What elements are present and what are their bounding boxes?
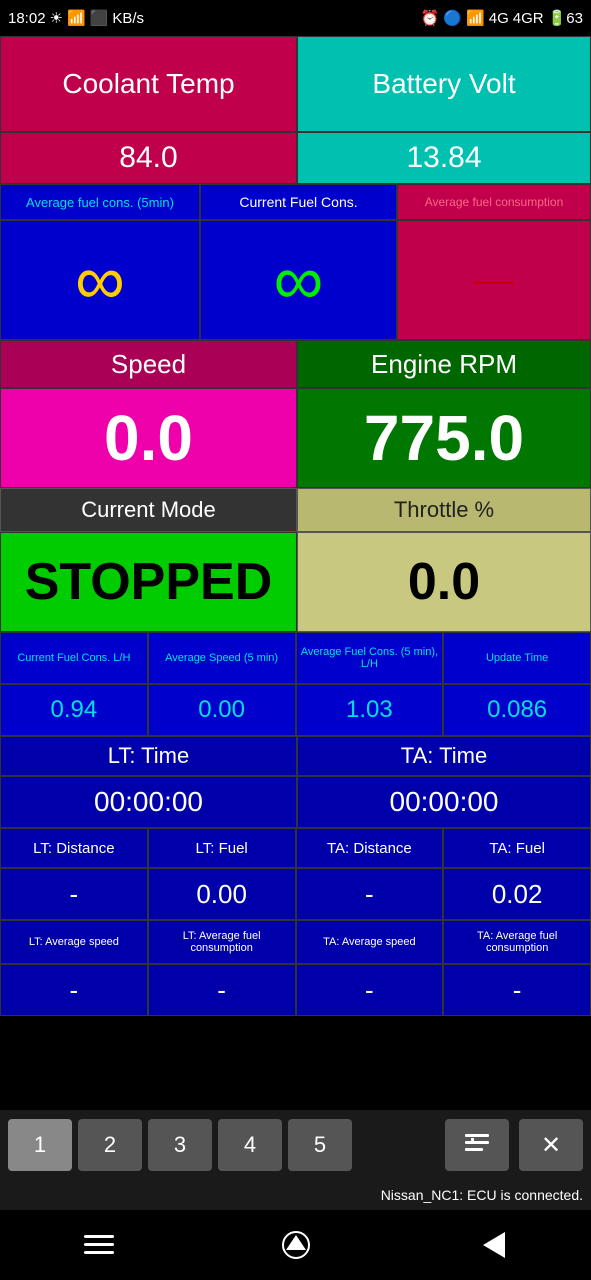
ta-fuel-value: 0.02 bbox=[443, 868, 591, 920]
coolant-temp-value: 84.0 bbox=[0, 132, 297, 184]
row-avg-values: - - - - bbox=[0, 964, 591, 1016]
home-icon bbox=[281, 1230, 311, 1260]
lt-distance-value: - bbox=[0, 868, 148, 920]
curr-fuel-value: ∞ bbox=[200, 220, 397, 340]
tab-list-button[interactable] bbox=[445, 1119, 509, 1171]
row-stats-labels: Current Fuel Cons. L/H Average Speed (5 … bbox=[0, 632, 591, 684]
row-dist-fuel-labels: LT: Distance LT: Fuel TA: Distance TA: F… bbox=[0, 828, 591, 868]
rpm-value: 775.0 bbox=[297, 388, 591, 488]
lt-fuel-value: 0.00 bbox=[148, 868, 296, 920]
status-icons: ⏰ 🔵 📶 4G 4GR 🔋63 bbox=[421, 9, 583, 27]
tab-2-button[interactable]: 2 bbox=[78, 1119, 142, 1171]
row-mode-throttle-values: STOPPED 0.0 bbox=[0, 532, 591, 632]
ta-time-label: TA: Time bbox=[297, 736, 591, 776]
avg-fuel-value: ∞ bbox=[0, 220, 200, 340]
connection-status-bar: Nissan_NC1: ECU is connected. bbox=[0, 1180, 591, 1210]
speed-value: 0.0 bbox=[0, 388, 297, 488]
stat4-value: 0.086 bbox=[443, 684, 591, 736]
bottom-toolbar: 1 2 3 4 5 ✕ bbox=[0, 1110, 591, 1180]
lt-time-value: 00:00:00 bbox=[0, 776, 297, 828]
row-stats-values: 0.94 0.00 1.03 0.086 bbox=[0, 684, 591, 736]
stat4-label: Update Time bbox=[443, 632, 591, 684]
curr-fuel-label: Current Fuel Cons. bbox=[200, 184, 397, 220]
row-lt-ta-values: 00:00:00 00:00:00 bbox=[0, 776, 591, 828]
lt-distance-label: LT: Distance bbox=[0, 828, 148, 868]
lt-avg-fuel-value: - bbox=[148, 964, 296, 1016]
hamburger-icon bbox=[84, 1233, 114, 1257]
ta-distance-label: TA: Distance bbox=[296, 828, 444, 868]
row-speed-rpm-values: 0.0 775.0 bbox=[0, 388, 591, 488]
current-mode-value: STOPPED bbox=[0, 532, 297, 632]
ta-avg-fuel-label: TA: Average fuel consumption bbox=[443, 920, 591, 964]
row-sensor-values: 84.0 13.84 bbox=[0, 132, 591, 184]
lt-avg-fuel-label: LT: Average fuel consumption bbox=[148, 920, 296, 964]
row-fuel-labels: Average fuel cons. (5min) Current Fuel C… bbox=[0, 184, 591, 220]
stat3-value: 1.03 bbox=[296, 684, 444, 736]
status-time: 18:02 ☀ 📶 ⬛ KB/s bbox=[8, 9, 144, 27]
speed-label: Speed bbox=[0, 340, 297, 388]
row-speed-rpm-labels: Speed Engine RPM bbox=[0, 340, 591, 388]
ta-fuel-label: TA: Fuel bbox=[443, 828, 591, 868]
nav-home-button[interactable] bbox=[266, 1215, 326, 1275]
list-icon bbox=[463, 1130, 491, 1158]
tab-5-button[interactable]: 5 bbox=[288, 1119, 352, 1171]
nav-menu-button[interactable] bbox=[69, 1215, 129, 1275]
battery-volt-label: Battery Volt bbox=[297, 36, 591, 132]
ta-avg-speed-label: TA: Average speed bbox=[296, 920, 444, 964]
ta-distance-value: - bbox=[296, 868, 444, 920]
back-icon bbox=[481, 1230, 505, 1260]
ta-avg-fuel-value: - bbox=[443, 964, 591, 1016]
tab-1-button[interactable]: 1 bbox=[8, 1119, 72, 1171]
tab-4-button[interactable]: 4 bbox=[218, 1119, 282, 1171]
close-button[interactable]: ✕ bbox=[519, 1119, 583, 1171]
status-bar: 18:02 ☀ 📶 ⬛ KB/s ⏰ 🔵 📶 4G 4GR 🔋63 bbox=[0, 0, 591, 36]
stat1-label: Current Fuel Cons. L/H bbox=[0, 632, 148, 684]
nav-back-button[interactable] bbox=[463, 1215, 523, 1275]
lt-time-label: LT: Time bbox=[0, 736, 297, 776]
row-mode-throttle-labels: Current Mode Throttle % bbox=[0, 488, 591, 532]
row-lt-ta-labels: LT: Time TA: Time bbox=[0, 736, 591, 776]
stat1-value: 0.94 bbox=[0, 684, 148, 736]
tab-3-button[interactable]: 3 bbox=[148, 1119, 212, 1171]
ta-avg-speed-value: - bbox=[296, 964, 444, 1016]
lt-avg-speed-label: LT: Average speed bbox=[0, 920, 148, 964]
row-sensor-labels: Coolant Temp Battery Volt bbox=[0, 36, 591, 132]
nav-bar bbox=[0, 1210, 591, 1280]
lt-fuel-label: LT: Fuel bbox=[148, 828, 296, 868]
row-fuel-values: ∞ ∞ — bbox=[0, 220, 591, 340]
throttle-value: 0.0 bbox=[297, 532, 591, 632]
rpm-label: Engine RPM bbox=[297, 340, 591, 388]
lt-avg-speed-value: - bbox=[0, 964, 148, 1016]
stat3-label: Average Fuel Cons. (5 min), L/H bbox=[296, 632, 444, 684]
throttle-label: Throttle % bbox=[297, 488, 591, 532]
avg-fuel-label: Average fuel cons. (5min) bbox=[0, 184, 200, 220]
battery-volt-value: 13.84 bbox=[297, 132, 591, 184]
row-avg-labels: LT: Average speed LT: Average fuel consu… bbox=[0, 920, 591, 964]
connection-status-text: Nissan_NC1: ECU is connected. bbox=[381, 1187, 583, 1203]
stat2-value: 0.00 bbox=[148, 684, 296, 736]
current-mode-label: Current Mode bbox=[0, 488, 297, 532]
main-content: Coolant Temp Battery Volt 84.0 13.84 Ave… bbox=[0, 36, 591, 1110]
avg-fuel-cons-label: Average fuel consumption bbox=[397, 184, 591, 220]
row-dist-fuel-values: - 0.00 - 0.02 bbox=[0, 868, 591, 920]
stat2-label: Average Speed (5 min) bbox=[148, 632, 296, 684]
coolant-temp-label: Coolant Temp bbox=[0, 36, 297, 132]
ta-time-value: 00:00:00 bbox=[297, 776, 591, 828]
avg-fuel-cons-value: — bbox=[397, 220, 591, 340]
